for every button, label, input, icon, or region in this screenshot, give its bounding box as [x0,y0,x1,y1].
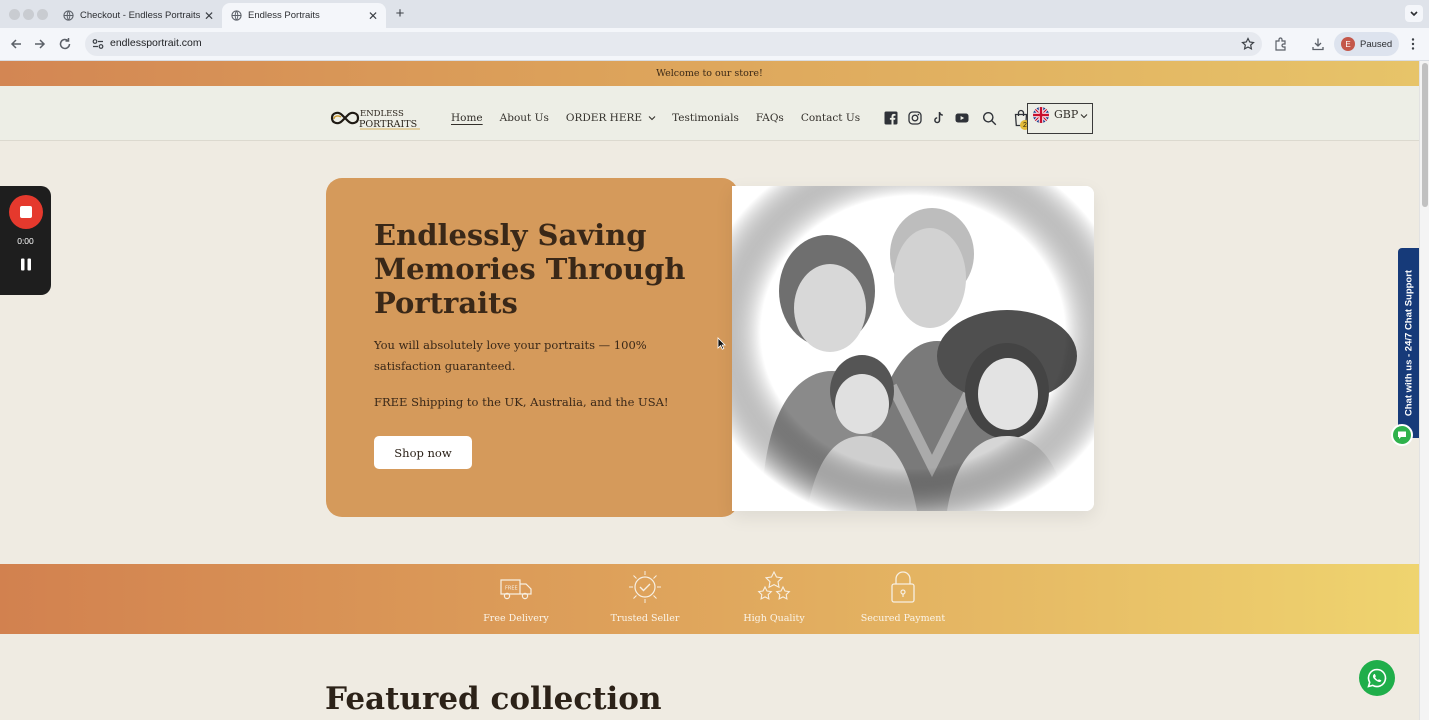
hero-subtitle: You will absolutely love your portraits … [374,338,647,373]
free-badge-text: FREE [505,586,518,592]
hero-shipping-text: FREE Shipping to the UK, Australia, and … [374,395,669,409]
site-settings-icon[interactable] [91,37,105,51]
scrollbar-thumb[interactable] [1422,63,1428,207]
feature-free-delivery: FREE Free Delivery [461,569,571,624]
close-icon[interactable]: ✕ [202,9,216,23]
youtube-icon[interactable] [955,111,969,125]
trusted-seller-badge-icon [629,571,661,603]
recording-timer: 0:00 [17,236,34,246]
profile-status: Paused [1360,38,1393,50]
browser-toolbar: endlessportrait.com E Paused [0,28,1429,61]
chevron-down-icon [1410,11,1418,17]
logo-line-2: PORTRAITS [359,119,417,130]
main-navigation: Home About Us ORDER HERE Testimonials FA… [451,112,860,124]
site-header: ENDLESS PORTRAITS Home About Us ORDER HE… [0,86,1419,141]
chevron-down-icon [1080,114,1088,119]
feature-label: High Quality [743,613,805,624]
featured-collection-heading: Featured collection [325,681,662,717]
hero-title: Endlessly Saving Memories Through Portra… [374,218,686,320]
stop-icon [20,206,32,218]
features-strip: FREE Free Delivery Trusted Seller High Q… [0,564,1419,634]
announcement-bar: Welcome to our store! [0,61,1419,86]
chat-bubble-button[interactable] [1391,424,1413,446]
page-viewport: Welcome to our store! ENDLESS PORTRAITS … [0,61,1419,720]
feature-label: Secured Payment [860,613,946,624]
search-icon[interactable] [982,111,997,126]
family-portrait-sketch-image [732,186,1094,511]
new-tab-button[interactable]: + [393,5,407,22]
whatsapp-button[interactable] [1359,660,1395,696]
nav-about-us[interactable]: About Us [500,112,549,124]
feature-high-quality: High Quality [719,569,829,624]
close-icon[interactable]: ✕ [366,9,380,23]
stars-icon [757,570,791,600]
feature-label: Free Delivery [483,613,549,624]
mouse-cursor-icon [717,337,726,350]
whatsapp-icon [1367,668,1387,688]
window-close-control[interactable] [9,9,20,20]
profile-button[interactable]: E Paused [1334,32,1399,56]
free-delivery-truck-icon: FREE [500,579,532,600]
chevron-down-icon [648,116,656,121]
nav-testimonials[interactable]: Testimonials [672,112,739,124]
reload-icon[interactable] [57,36,73,52]
tab-title: Checkout - Endless Portraits [80,10,201,21]
screen-recorder-widget: 0:00 [0,186,51,295]
window-zoom-control[interactable] [37,9,48,20]
nav-order-here-label: ORDER HERE [565,112,643,124]
browser-tab-endless-portraits[interactable]: Endless Portraits ✕ [222,3,386,28]
nav-order-here[interactable]: ORDER HERE [566,112,656,124]
browser-tab-checkout[interactable]: Checkout - Endless Portraits ✕ [54,3,222,28]
globe-icon [63,10,74,21]
logo-line-1: ENDLESS [360,109,404,119]
back-arrow-icon[interactable] [8,36,24,52]
facebook-icon[interactable] [884,111,898,125]
instagram-icon[interactable] [908,111,922,125]
endless-portraits-logo[interactable]: ENDLESS PORTRAITS [328,105,422,131]
nav-contact-us[interactable]: Contact Us [801,112,860,124]
stop-recording-button[interactable] [9,195,43,229]
shop-now-button[interactable]: Shop now [374,436,472,469]
currency-code: GBP [1054,108,1079,121]
bookmark-star-icon[interactable] [1241,37,1255,51]
avatar: E [1341,37,1355,51]
padlock-icon [891,571,915,603]
feature-label: Trusted Seller [610,613,680,624]
globe-icon [231,10,242,21]
download-icon[interactable] [1311,37,1325,51]
feature-secured-payment: Secured Payment [848,569,958,624]
tab-title: Endless Portraits [248,10,320,21]
chat-support-label: Chat with us - 24/7 Chat Support [1403,269,1415,417]
tab-search-button[interactable] [1405,5,1423,22]
address-bar[interactable]: endlessportrait.com [85,32,1262,56]
more-menu-icon[interactable] [1409,37,1417,51]
nav-home[interactable]: Home [451,112,483,124]
currency-selector[interactable]: GBP [1027,103,1093,134]
portrait-illustration [732,186,1094,511]
chat-bubble-icon [1398,431,1406,439]
url-text: endlessportrait.com [110,37,202,49]
chat-support-tab[interactable]: Chat with us - 24/7 Chat Support [1398,248,1419,438]
extensions-puzzle-icon[interactable] [1274,37,1288,51]
hero-card: Endlessly Saving Memories Through Portra… [326,178,738,517]
browser-tab-strip: Checkout - Endless Portraits ✕ Endless P… [0,0,1429,28]
tiktok-icon[interactable] [932,111,946,125]
page-scrollbar[interactable] [1419,61,1429,720]
announcement-text: Welcome to our store! [656,68,763,79]
nav-faqs[interactable]: FAQs [756,112,784,124]
pause-icon[interactable] [20,258,32,271]
feature-trusted-seller: Trusted Seller [590,569,700,624]
uk-flag-icon [1033,107,1049,123]
forward-arrow-icon[interactable] [32,36,48,52]
window-minimize-control[interactable] [23,9,34,20]
